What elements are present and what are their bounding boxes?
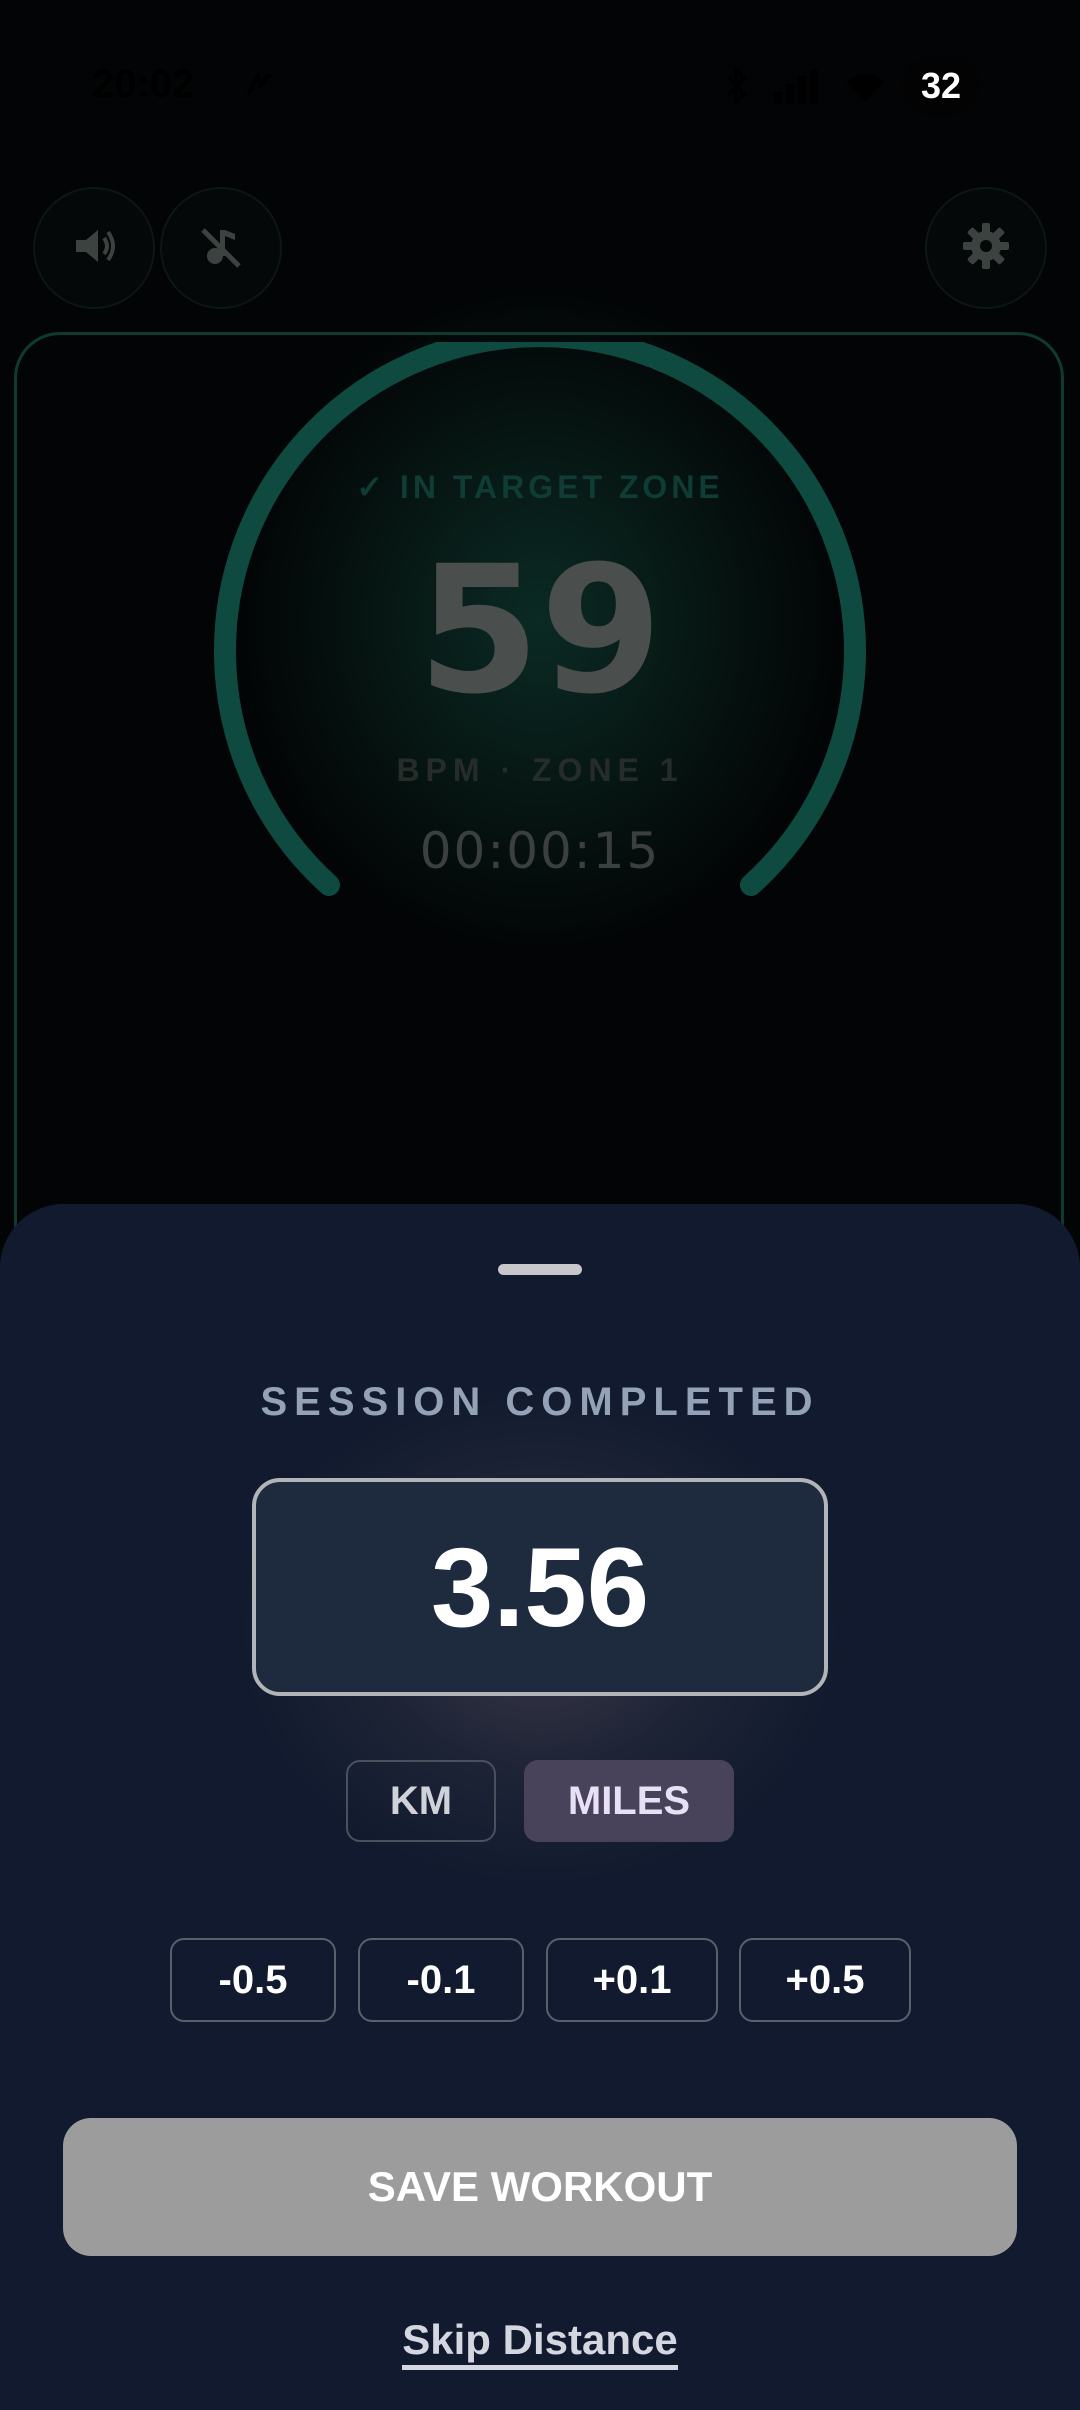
decrease-0-1-button[interactable]: -0.1 xyxy=(358,1938,524,2022)
increase-0-5-button[interactable]: +0.5 xyxy=(739,1938,911,2022)
music-off-icon xyxy=(197,222,245,275)
signal-icons-left xyxy=(244,70,274,105)
sheet-drag-handle[interactable] xyxy=(498,1264,582,1275)
music-toggle-button[interactable] xyxy=(160,187,282,309)
decrease-0-5-button[interactable]: -0.5 xyxy=(170,1938,336,2022)
target-zone-label: ✓ IN TARGET ZONE xyxy=(356,469,724,505)
save-workout-button[interactable]: SAVE WORKOUT xyxy=(63,2118,1017,2256)
elapsed-timer: 00:00:15 xyxy=(419,822,661,880)
settings-button[interactable] xyxy=(925,187,1047,309)
heart-rate-value: 59 xyxy=(417,528,663,733)
cell-signal-icon xyxy=(772,70,822,109)
skip-distance-link[interactable]: Skip Distance xyxy=(402,2316,678,2370)
skip-distance-link-row: Skip Distance xyxy=(0,2316,1080,2370)
gear-icon xyxy=(961,221,1011,276)
distance-value: 3.56 xyxy=(431,1524,649,1650)
wifi-icon xyxy=(842,70,888,109)
unit-miles-button[interactable]: MILES xyxy=(524,1760,734,1842)
battery-indicator: 32 xyxy=(902,56,980,116)
unit-km-button[interactable]: KM xyxy=(346,1760,496,1842)
session-completed-sheet: SESSION COMPLETED 3.56 KM MILES -0.5 -0.… xyxy=(0,1204,1080,2410)
distance-input[interactable]: 3.56 xyxy=(252,1478,828,1696)
sheet-title: SESSION COMPLETED xyxy=(260,1380,820,1424)
increase-0-1-button[interactable]: +0.1 xyxy=(546,1938,718,2022)
sound-toggle-button[interactable] xyxy=(33,187,155,309)
bpm-zone-label: BPM · ZONE 1 xyxy=(396,752,684,788)
speaker-icon xyxy=(70,222,118,275)
bluetooth-icon xyxy=(722,65,752,111)
status-time: 20:02 xyxy=(92,62,195,106)
